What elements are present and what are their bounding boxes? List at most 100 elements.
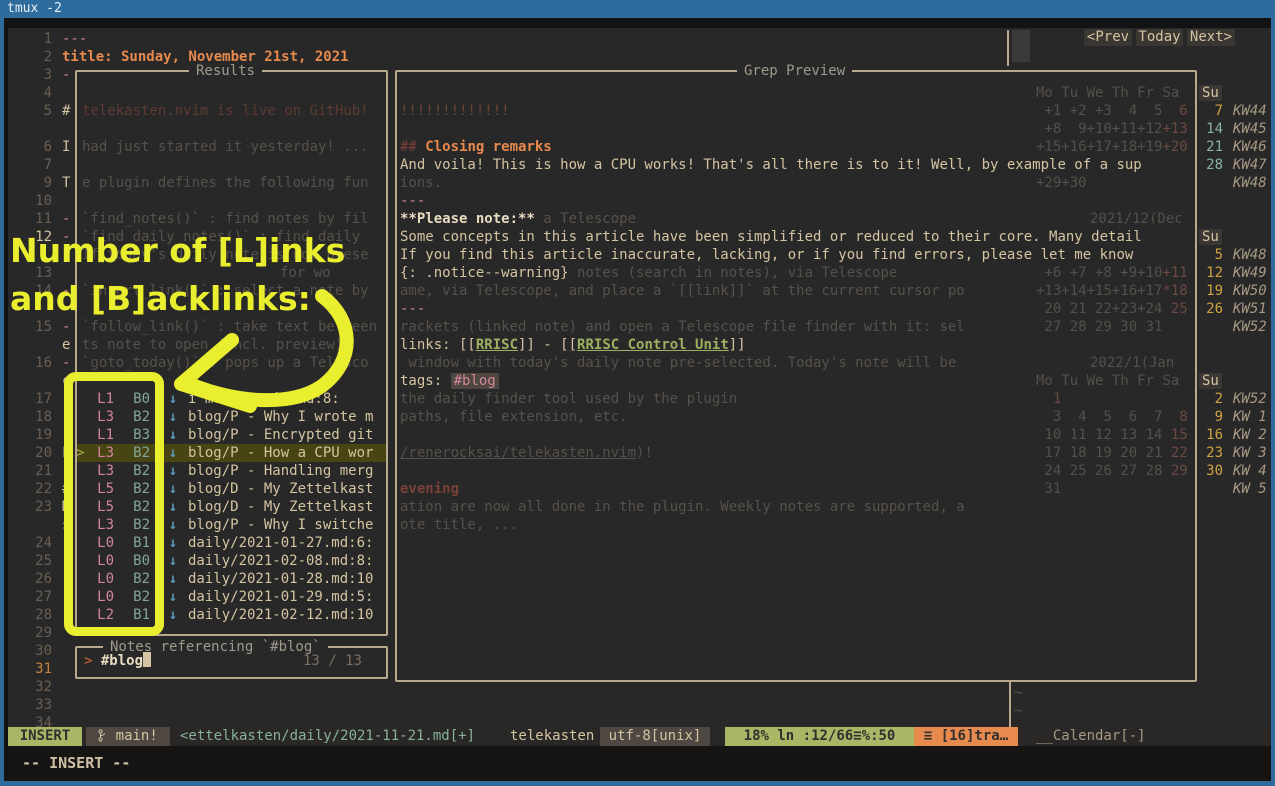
calendar-next-button[interactable]: Next> — [1187, 29, 1235, 46]
gutter-line-number: 26 — [8, 570, 52, 588]
gutter-line-number: 3 — [8, 66, 52, 84]
gutter-mark: T — [62, 174, 70, 192]
gutter-line-number: 17 — [8, 390, 52, 408]
encoding-segment: utf-8[unix] — [600, 727, 710, 746]
grep-preview-panel: Grep Preview — [395, 70, 1197, 682]
gutter-line-number: 24 — [8, 534, 52, 552]
mode-indicator: INSERT — [8, 727, 82, 746]
command-line-area: -- INSERT -- — [8, 746, 1271, 781]
gutter-mark: # — [62, 102, 70, 120]
calendar-sunday-date[interactable]: 14 — [1199, 120, 1223, 138]
gutter-line-number: 27 — [8, 588, 52, 606]
gutter-line-number: 30 — [8, 642, 52, 660]
gutter-line-number: 23 — [8, 498, 52, 516]
gutter-line-number: 32 — [8, 678, 52, 696]
gutter-line-number: 11 — [8, 210, 52, 228]
calendar-statusline: __Calendar[-] — [1036, 727, 1146, 746]
window-separator-bottom — [1009, 682, 1011, 727]
gutter-line-number: 15 — [8, 318, 52, 336]
calendar-week-number: KW52 — [1233, 390, 1267, 408]
gutter-line-number: 29 — [8, 624, 52, 642]
calendar-gutter-block — [1012, 30, 1030, 62]
calendar-sunday-date[interactable]: 2 — [1199, 390, 1223, 408]
calendar-week-number: KW 5 — [1233, 480, 1267, 498]
gutter-line-number: 16 — [8, 354, 52, 372]
calendar-week-number: KW49 — [1233, 264, 1267, 282]
calendar-sunday-header: Su — [1199, 228, 1222, 246]
empty-line-tilde: ~ — [1014, 702, 1022, 720]
calendar-sunday-date[interactable]: 5 — [1199, 246, 1223, 264]
git-branch-segment: main! — [86, 727, 170, 746]
gutter-line-number: 10 — [8, 192, 52, 210]
calendar-week-number: KW 1 — [1233, 408, 1267, 426]
calendar-week-number: KW51 — [1233, 300, 1267, 318]
buffer-line: --- — [62, 30, 87, 48]
calendar-prev-button[interactable]: <Prev — [1084, 29, 1132, 46]
calendar-week-number: KW52 — [1233, 318, 1267, 336]
gutter-line-number: 5 — [8, 102, 52, 120]
gutter-mark: I — [62, 138, 70, 156]
text-cursor — [143, 652, 151, 667]
annotation-highlight-box — [64, 372, 164, 636]
calendar-sunday-header-label: Su — [1199, 85, 1222, 101]
gutter-line-number: 6 — [8, 138, 52, 156]
gutter-mark: - — [62, 354, 70, 372]
calendar-today-button[interactable]: Today — [1136, 29, 1183, 46]
mode-message: -- INSERT -- — [22, 754, 130, 772]
calendar-sunday-header: Su — [1199, 372, 1222, 390]
gutter-line-number: 7 — [8, 156, 52, 174]
gutter-line-number: 28 — [8, 606, 52, 624]
grep-preview-title: Grep Preview — [737, 62, 852, 80]
gutter-line-number: 1 — [8, 30, 52, 48]
gutter-mark: - — [62, 66, 70, 84]
calendar-sunday-header: Su — [1199, 84, 1222, 102]
calendar-sunday-date[interactable]: 7 — [1199, 102, 1223, 120]
git-branch-label: main! — [116, 728, 158, 744]
terminal-screen: tmux -2 12345679101112131415161718192021… — [0, 0, 1275, 786]
buffer-segment: ≡ [16]tra… — [914, 727, 1018, 746]
git-branch-icon — [98, 728, 107, 744]
calendar-sunday-date[interactable]: 12 — [1199, 264, 1223, 282]
gutter-line-number: 9 — [8, 174, 52, 192]
calendar-sunday-date[interactable]: 16 — [1199, 426, 1223, 444]
prompt-panel: Notes referencing `#blog` > #blog 13 / 1… — [75, 646, 388, 679]
calendar-sunday-date[interactable]: 19 — [1199, 282, 1223, 300]
calendar-sunday-header-label: Su — [1199, 373, 1222, 389]
calendar-week-number: KW46 — [1233, 138, 1267, 156]
annotation-text-line1: Number of [L]inks — [10, 242, 345, 260]
annotation-arrow — [150, 280, 380, 430]
tmux-title-label: tmux -2 — [7, 1, 62, 16]
position-segment: 18% ln :12/66≡%:50 — [725, 727, 914, 746]
calendar-sunday-date[interactable]: 23 — [1199, 444, 1223, 462]
gutter-line-number: 18 — [8, 408, 52, 426]
calendar-sunday-date[interactable]: 28 — [1199, 156, 1223, 174]
results-panel-title: Results — [189, 62, 262, 80]
calendar-sunday-date[interactable]: 30 — [1199, 462, 1223, 480]
filename-segment: <ettelkasten/daily/2021-11-21.md[+] — [180, 727, 475, 746]
calendar-week-number: KW48 — [1233, 174, 1267, 192]
window-separator-top — [1007, 30, 1009, 66]
calendar-week-number: KW47 — [1233, 156, 1267, 174]
calendar-week-number: KW44 — [1233, 102, 1267, 120]
calendar-week-number: KW48 — [1233, 246, 1267, 264]
calendar-week-number: KW50 — [1233, 282, 1267, 300]
prompt-caret: > — [84, 653, 92, 669]
calendar-sunday-date[interactable]: 26 — [1199, 300, 1223, 318]
calendar-week-number: KW 4 — [1233, 462, 1267, 480]
gutter-line-number: 25 — [8, 552, 52, 570]
calendar-sunday-date[interactable]: 21 — [1199, 138, 1223, 156]
gutter-mark: e — [62, 336, 70, 354]
calendar-week-number: KW45 — [1233, 120, 1267, 138]
statusline: INSERT main! <ettelkasten/daily/2021-11-… — [8, 727, 1271, 746]
gutter-line-number: 22 — [8, 480, 52, 498]
gutter-line-number: 33 — [8, 696, 52, 714]
gutter-line-number: 31 — [8, 660, 52, 678]
empty-line-tilde: ~ — [1014, 684, 1022, 702]
prompt-input[interactable]: > #blog — [84, 652, 151, 670]
calendar-sunday-date[interactable]: 9 — [1199, 408, 1223, 426]
gutter-mark: - — [62, 318, 70, 336]
result-counter: 13 / 13 — [303, 652, 362, 670]
gutter-line-number: 2 — [8, 48, 52, 66]
plugin-name: telekasten — [510, 727, 594, 746]
calendar-week-number: KW 3 — [1233, 444, 1267, 462]
